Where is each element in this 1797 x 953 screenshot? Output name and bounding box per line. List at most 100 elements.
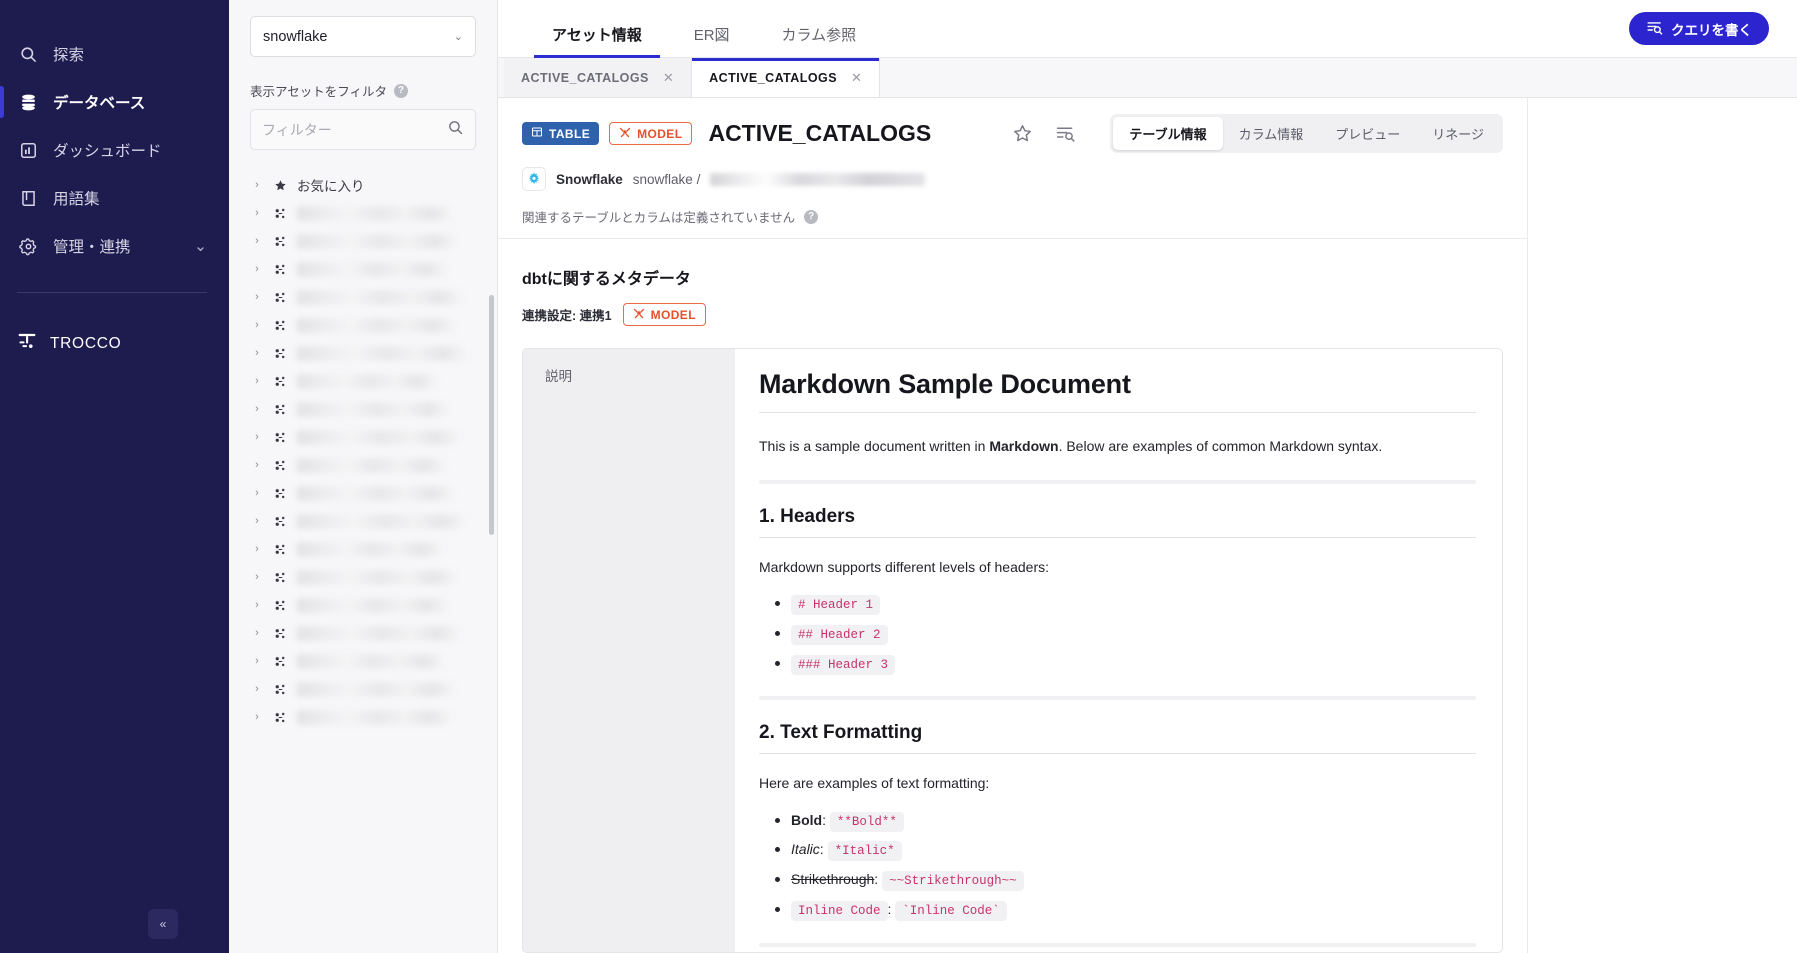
connection-select[interactable]: snowflake ⌄ <box>250 16 476 57</box>
tree-item-favorites[interactable]: › お気に入り <box>250 171 476 199</box>
description-markdown-body: Markdown Sample Document This is a sampl… <box>735 349 1502 952</box>
tab-label: ER図 <box>693 26 730 44</box>
list-item: ### Header 3 <box>775 653 1476 675</box>
status-badge-model: MODEL <box>622 303 706 326</box>
chevron-right-icon[interactable]: › <box>250 263 264 275</box>
sidebar-item-label: ダッシュボード <box>53 143 162 160</box>
tree-item[interactable]: › <box>250 227 476 255</box>
chevron-right-icon[interactable]: › <box>250 179 264 191</box>
chevron-right-icon[interactable]: › <box>250 403 264 415</box>
no-relation-row: 関連するテーブルとカラムは定義されていません ? <box>522 207 1503 226</box>
table-icon <box>531 126 543 141</box>
chevron-right-icon[interactable]: › <box>250 487 264 499</box>
md-horizontal-rule <box>759 480 1476 485</box>
asset-panel: snowflake ⌄ 表示アセットをフィルタ ? › <box>229 0 498 953</box>
chevron-right-icon[interactable]: › <box>250 431 264 443</box>
tree-item[interactable]: › <box>250 591 476 619</box>
list-item-label: Inline Code <box>791 900 888 921</box>
tab-table-info[interactable]: テーブル情報 <box>1113 117 1223 150</box>
panel-scrollbar[interactable] <box>489 295 494 535</box>
chevron-right-icon[interactable]: › <box>250 347 264 359</box>
snowflake-icon <box>522 167 546 191</box>
tree-item[interactable]: › <box>250 423 476 451</box>
doc-tab-label: ACTIVE_CATALOGS <box>521 70 649 85</box>
doc-tab-2[interactable]: ACTIVE_CATALOGS ✕ <box>692 58 881 97</box>
close-icon[interactable]: ✕ <box>663 70 674 86</box>
tree-item[interactable]: › <box>250 255 476 283</box>
tree-item[interactable]: › <box>250 563 476 591</box>
main-area: アセット情報 ER図 カラム参照 クエリを書く ACTIVE_CATALOGS … <box>498 0 1797 953</box>
badge-label: MODEL <box>637 126 683 141</box>
tree-item-label-redacted <box>297 429 459 445</box>
chevron-right-icon[interactable]: › <box>250 319 264 331</box>
search-icon[interactable] <box>447 119 464 141</box>
schema-icon <box>273 403 288 416</box>
md-intro-after: . Below are examples of common Markdown … <box>1058 438 1383 454</box>
filter-label-text: 表示アセットをフィルタ <box>250 85 388 99</box>
chevron-right-icon[interactable]: › <box>250 235 264 247</box>
chevron-right-icon[interactable]: › <box>250 627 264 639</box>
chevron-right-icon[interactable]: › <box>250 599 264 611</box>
tree-item-label-redacted <box>297 513 465 529</box>
chevron-right-icon[interactable]: › <box>250 459 264 471</box>
schema-icon <box>273 207 288 220</box>
chevron-right-icon[interactable]: › <box>250 207 264 219</box>
badge-label: TABLE <box>549 126 591 141</box>
search-input[interactable] <box>262 121 447 138</box>
doc-tab-1[interactable]: ACTIVE_CATALOGS ✕ <box>504 58 693 97</box>
chevron-right-icon[interactable]: › <box>250 515 264 527</box>
tab-lineage[interactable]: リネージ <box>1416 117 1500 150</box>
asset-actions: テーブル情報 カラム情報 プレビュー リネージ <box>1012 114 1503 153</box>
tree-item-label: お気に入り <box>297 179 365 194</box>
close-icon[interactable]: ✕ <box>851 70 862 86</box>
tree-item[interactable]: › <box>250 535 476 563</box>
write-query-button[interactable]: クエリを書く <box>1629 12 1769 45</box>
md-h2-text-formatting: 2. Text Formatting <box>759 722 1476 755</box>
tab-er-diagram[interactable]: ER図 <box>668 24 756 58</box>
schema-icon <box>273 543 288 556</box>
filter-section-label: 表示アセットをフィルタ ? <box>250 81 476 100</box>
sidebar-item-glossary[interactable]: 用語集 <box>0 174 229 222</box>
chevron-right-icon[interactable]: › <box>250 711 264 723</box>
sidebar-item-explore[interactable]: 探索 <box>0 30 229 78</box>
help-icon[interactable]: ? <box>804 209 819 224</box>
tab-preview[interactable]: プレビュー <box>1319 117 1416 150</box>
sidebar-item-admin[interactable]: 管理・連携 ⌄ <box>0 222 229 270</box>
tab-column-info[interactable]: カラム情報 <box>1223 117 1320 150</box>
tree-item[interactable]: › <box>250 479 476 507</box>
schema-icon <box>273 571 288 584</box>
star-outline-icon[interactable] <box>1012 123 1033 144</box>
list-item-label: Italic <box>791 841 820 858</box>
tree-item[interactable]: › <box>250 339 476 367</box>
tree-item[interactable]: › <box>250 283 476 311</box>
chevron-right-icon[interactable]: › <box>250 683 264 695</box>
tab-column-reference[interactable]: カラム参照 <box>756 24 883 58</box>
collapse-sidebar-button[interactable]: « <box>148 909 178 939</box>
dbt-section-title: dbtに関するメタデータ <box>522 271 691 288</box>
brand-trocco[interactable]: TROCCO <box>0 331 229 356</box>
tree-item[interactable]: › <box>250 395 476 423</box>
asset-tree: › お気に入り › › › › › › › › › › › › › › › › › › › <box>250 171 476 731</box>
tab-asset-info[interactable]: アセット情報 <box>526 24 668 58</box>
sidebar-item-database[interactable]: データベース <box>0 78 229 126</box>
tree-item[interactable]: › <box>250 647 476 675</box>
asset-filter-box[interactable] <box>250 109 476 150</box>
chevron-right-icon[interactable]: › <box>250 655 264 667</box>
chevron-right-icon[interactable]: › <box>250 571 264 583</box>
tree-item[interactable]: › <box>250 367 476 395</box>
list-search-icon[interactable] <box>1055 123 1076 144</box>
help-icon[interactable]: ? <box>394 83 409 98</box>
tree-item[interactable]: › <box>250 199 476 227</box>
tree-item[interactable]: › <box>250 675 476 703</box>
no-relation-text: 関連するテーブルとカラムは定義されていません <box>522 211 796 225</box>
tree-item[interactable]: › <box>250 311 476 339</box>
sidebar-item-dashboard[interactable]: ダッシュボード <box>0 126 229 174</box>
tree-item[interactable]: › <box>250 619 476 647</box>
chevron-right-icon[interactable]: › <box>250 543 264 555</box>
chevron-right-icon[interactable]: › <box>250 375 264 387</box>
schema-icon <box>273 599 288 612</box>
tree-item[interactable]: › <box>250 703 476 731</box>
tree-item[interactable]: › <box>250 451 476 479</box>
chevron-right-icon[interactable]: › <box>250 291 264 303</box>
tree-item[interactable]: › <box>250 507 476 535</box>
